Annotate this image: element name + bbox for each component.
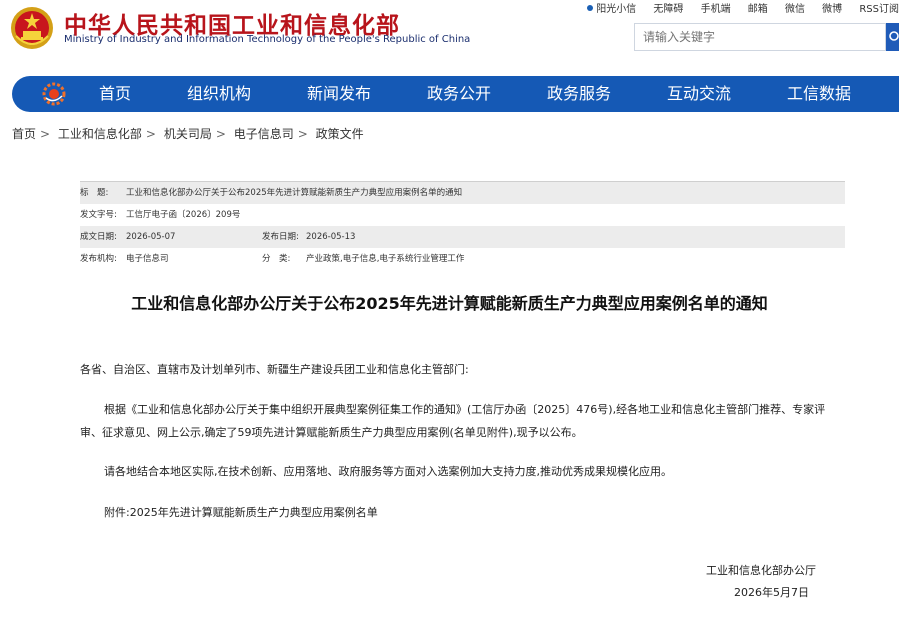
sunshine-icon xyxy=(587,5,594,11)
meta-row-title: 标 题: 工业和信息化部办公厅关于公布2025年先进计算赋能新质生产力典型应用案… xyxy=(80,181,845,204)
breadcrumb-separator: > xyxy=(215,127,226,141)
nav-item-news[interactable]: 新闻发布 xyxy=(307,76,371,112)
article-paragraph-2: 请各地结合本地区实际,在技术创新、应用落地、政府服务等方面对入选案例加大支持力度… xyxy=(104,465,672,478)
nav-item-data[interactable]: 工信数据 xyxy=(787,76,851,112)
meta-title-value: 工业和信息化部办公厅关于公布2025年先进计算赋能新质生产力典型应用案例名单的通… xyxy=(126,188,463,198)
article-attachment-link[interactable]: 附件:2025年先进计算赋能新质生产力典型应用案例名单 xyxy=(104,501,378,524)
search-box xyxy=(634,23,886,51)
meta-published-date-label: 发布日期: xyxy=(262,232,299,242)
breadcrumb-electronics[interactable]: 电子信息司 xyxy=(234,127,294,141)
signature-org: 工业和信息化部办公厅 xyxy=(706,564,816,577)
meta-org-value: 电子信息司 xyxy=(126,254,169,264)
meta-doc-no-value: 工信厅电子函〔2026〕209号 xyxy=(126,210,241,220)
meta-written-date-label: 成文日期: xyxy=(80,232,117,242)
breadcrumb-separator: > xyxy=(40,127,51,141)
meta-title-label: 标 题: xyxy=(80,188,109,198)
signature-date: 2026年5月7日 xyxy=(734,586,809,599)
top-link-rss[interactable]: RSS订阅 xyxy=(859,4,899,15)
breadcrumb-ministry[interactable]: 工业和信息化部 xyxy=(58,127,142,141)
breadcrumb-home[interactable]: 首页 xyxy=(12,127,36,141)
breadcrumb-policy-docs[interactable]: 政策文件 xyxy=(316,127,364,141)
top-link-accessibility[interactable]: 无障碍 xyxy=(653,4,683,15)
national-emblem-icon[interactable] xyxy=(10,6,54,50)
article-title: 工业和信息化部办公厅关于公布2025年先进计算赋能新质生产力典型应用案例名单的通… xyxy=(131,294,768,313)
meta-category-label: 分 类: xyxy=(262,254,291,264)
top-link-mail[interactable]: 邮箱 xyxy=(748,4,768,15)
breadcrumb-departments[interactable]: 机关司局 xyxy=(164,127,212,141)
search-icon xyxy=(889,31,899,41)
site-subtitle: Ministry of Industry and Information Tec… xyxy=(64,34,471,45)
meta-doc-no-label: 发文字号: xyxy=(80,210,117,220)
top-links: 阳光小信 无障碍 手机端 邮箱 微信 微博 RSS订阅 xyxy=(573,0,899,15)
site-header: 中华人民共和国工业和信息化部 Ministry of Industry and … xyxy=(0,0,899,72)
nav-item-government-services[interactable]: 政务服务 xyxy=(547,76,611,112)
breadcrumb-separator: > xyxy=(297,127,308,141)
article-paragraph-1: 根据《工业和信息化部办公厅关于集中组织开展典型案例征集工作的通知》(工信厅办函〔… xyxy=(80,403,826,439)
nav-item-interaction[interactable]: 互动交流 xyxy=(667,76,731,112)
top-link-sunshine[interactable]: 阳光小信 xyxy=(587,4,636,15)
document-meta-table: 标 题: 工业和信息化部办公厅关于公布2025年先进计算赋能新质生产力典型应用案… xyxy=(80,181,845,270)
breadcrumb: 首页 > 工业和信息化部 > 机关司局 > 电子信息司 > 政策文件 xyxy=(12,125,364,142)
meta-category-value: 产业政策,电子信息,电子系统行业管理工作 xyxy=(306,254,465,264)
meta-published-date-value: 2026-05-13 xyxy=(306,232,356,242)
meta-org-label: 发布机构: xyxy=(80,254,117,264)
article-addressee: 各省、自治区、直辖市及计划单列市、新疆生产建设兵团工业和信息化主管部门: xyxy=(80,363,469,376)
search-button[interactable] xyxy=(886,23,899,51)
meta-row-doc-no: 发文字号: 工信厅电子函〔2026〕209号 xyxy=(80,204,845,226)
meta-written-date-value: 2026-05-07 xyxy=(126,232,176,242)
meta-row-org: 发布机构: 电子信息司 分 类: 产业政策,电子信息,电子系统行业管理工作 xyxy=(80,248,845,270)
nav-item-home[interactable]: 首页 xyxy=(99,76,131,112)
top-link-weibo[interactable]: 微博 xyxy=(822,4,842,15)
breadcrumb-separator: > xyxy=(145,127,156,141)
nav-item-organization[interactable]: 组织机构 xyxy=(187,76,251,112)
top-link-mobile[interactable]: 手机端 xyxy=(701,4,731,15)
meta-row-dates: 成文日期: 2026-05-07 发布日期: 2026-05-13 xyxy=(80,226,845,248)
main-nav: 首页 组织机构 新闻发布 政务公开 政务服务 互动交流 工信数据 xyxy=(12,76,899,112)
nav-item-government-affairs[interactable]: 政务公开 xyxy=(427,76,491,112)
search-input[interactable] xyxy=(635,24,873,50)
miit-logo-icon[interactable] xyxy=(42,82,66,106)
top-link-wechat[interactable]: 微信 xyxy=(785,4,805,15)
